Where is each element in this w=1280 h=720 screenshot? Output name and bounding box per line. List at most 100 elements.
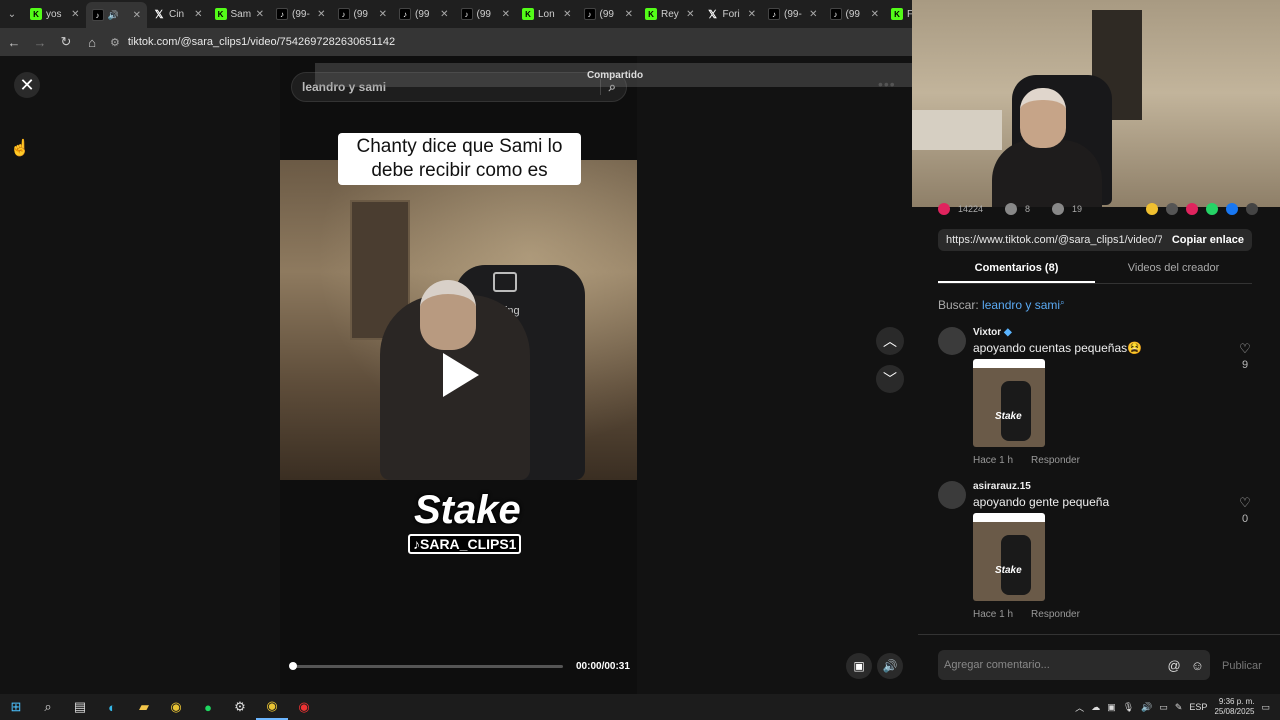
embed-icon[interactable] [1166,203,1178,215]
facebook-icon[interactable] [1226,203,1238,215]
floating-player-icon[interactable]: ▣ [846,653,872,679]
tab-close-icon[interactable]: ✕ [748,9,756,20]
settings-icon[interactable]: ⚙ [224,694,256,720]
clock[interactable]: 9:36 p. m. 25/08/2025 [1214,697,1254,717]
tab-close-icon[interactable]: ✕ [563,9,571,20]
tab-close-icon[interactable]: ✕ [809,9,817,20]
home-icon[interactable]: ⌂ [84,34,100,50]
notifications-icon[interactable]: ▭ [1261,702,1270,713]
browser-tab[interactable]: Kyos ✕ [24,3,86,25]
add-comment-field[interactable]: Agregar comentario... @ ☺ [938,650,1210,680]
browser-tab[interactable]: ♪ (99- ✕ [762,3,824,25]
play-icon[interactable] [443,353,479,397]
file-explorer-icon[interactable]: ▰ [128,694,160,720]
tab-creator-videos[interactable]: Videos del creador [1095,262,1252,283]
search-link-icon[interactable]: ⌕ [1060,298,1064,307]
comment-username-text: Vixtor [973,327,1002,338]
browser-tab[interactable]: ♪ (99 ✕ [332,3,394,25]
browser-tab[interactable]: ♪ (99- ✕ [270,3,332,25]
browser-tab[interactable]: K Lon ✕ [516,3,578,25]
network-icon[interactable]: ▭ [1159,702,1168,713]
search-icon[interactable]: ⌕ [32,694,64,720]
tab-close-icon[interactable]: ✕ [871,9,879,20]
like-count-icon[interactable] [938,203,950,215]
browser-tab[interactable]: K Sam ✕ [209,3,271,25]
next-video-icon[interactable]: ﹀ [876,365,904,393]
language-indicator[interactable]: ESP [1189,702,1207,712]
reload-icon[interactable]: ↻ [58,34,74,50]
comment-username[interactable]: asirarauz.15 [973,481,1031,492]
spotify-icon[interactable]: ● [192,694,224,720]
tab-close-icon[interactable]: ✕ [317,9,325,20]
heart-icon[interactable]: ♡ [1238,341,1252,357]
browser-tab-label: (99- [292,8,310,20]
avatar[interactable] [938,327,966,355]
tray-chevron-icon[interactable]: ︿ [1075,701,1084,714]
comment-username[interactable]: Vixtor ◆ [973,327,1012,338]
audio-playing-icon[interactable]: 🔊 [108,10,129,21]
favorite-count-icon[interactable] [1052,203,1065,215]
chrome-active-icon[interactable]: ◉ [256,694,288,720]
forward-icon[interactable]: → [32,34,48,50]
browser-tab[interactable]: ♪ (99 ✕ [455,3,517,25]
close-icon[interactable]: ✕ [14,72,40,98]
share-emoji-icon[interactable] [1126,203,1138,215]
url-field[interactable]: ⚙ tiktok.com/@sara_clips1/video/75426972… [110,36,395,49]
browser-tab[interactable]: 𝕏 Fori ✕ [701,3,763,25]
browser-tab[interactable]: K Rey ✕ [639,3,701,25]
avatar[interactable] [938,481,966,509]
task-view-icon[interactable]: ▤ [64,694,96,720]
cloud-icon[interactable]: ☁ [1091,702,1100,713]
comment-text: apoyando cuentas pequeñas😫 [973,341,1143,355]
browser-tab[interactable]: ♪ (99 ✕ [824,3,886,25]
browser-tab[interactable]: ♪ (99 ✕ [393,3,455,25]
comment-video-thumbnail[interactable]: Stake [973,359,1045,447]
reply-button[interactable]: Responder [1031,609,1080,620]
share-emoji-alt-icon[interactable] [1146,203,1158,215]
copy-link-button[interactable]: Copiar enlace [1162,234,1244,246]
video-progress-handle[interactable] [289,662,297,670]
volume-icon[interactable]: 🔊 [877,653,903,679]
browser-tab[interactable]: ♪ 🔊 ✕ [85,2,147,28]
speaker-icon[interactable]: 🔊 [1141,702,1152,713]
tab-close-icon[interactable]: ✕ [194,9,202,20]
comment-video-thumbnail[interactable]: Stake [973,513,1045,601]
site-info-icon[interactable]: ⚙ [110,36,120,49]
edge-icon[interactable]: ◐ [96,694,128,720]
device-icon[interactable]: ▣ [1107,702,1116,713]
reply-button[interactable]: Responder [1031,455,1080,466]
video-progress-bar[interactable] [289,662,563,670]
back-icon[interactable]: ← [6,34,22,50]
tab-close-icon[interactable]: ✕ [686,9,694,20]
tab-close-icon[interactable]: ✕ [440,9,448,20]
share-link-text[interactable]: https://www.tiktok.com/@sara_clips1/vide… [946,234,1162,246]
share-friends-icon[interactable] [1186,203,1198,215]
previous-video-icon[interactable]: ︿ [876,327,904,355]
heart-icon[interactable]: ♡ [1238,495,1252,511]
tab-close-icon[interactable]: ✕ [256,9,264,20]
more-options-icon[interactable]: ••• [878,76,896,92]
emoji-icon[interactable]: ☺ [1191,658,1204,673]
tab-close-icon[interactable]: ✕ [379,9,387,20]
mic-icon[interactable]: 🎙 [1123,702,1134,713]
video-frame[interactable]: stgaming [280,160,637,480]
mention-icon[interactable]: @ [1168,658,1181,673]
search-query-link[interactable]: leandro y sami [982,298,1060,312]
tab-close-icon[interactable]: ✕ [625,9,633,20]
whatsapp-icon[interactable] [1206,203,1218,215]
tab-close-icon[interactable]: ✕ [71,9,79,20]
browser-tab[interactable]: ♪ (99 ✕ [578,3,640,25]
browser-tab[interactable]: 𝕏 Cin ✕ [147,3,209,25]
chrome-icon[interactable]: ◉ [160,694,192,720]
pen-icon[interactable]: ✎ [1175,702,1183,713]
tab-comments[interactable]: Comentarios (8) [938,262,1095,283]
tab-search-chevron-icon[interactable]: ⌄ [0,0,24,28]
app-red-icon[interactable]: ◉ [288,694,320,720]
share-arrow-icon[interactable] [1246,203,1258,215]
publish-button[interactable]: Publicar [1222,660,1262,672]
tab-close-icon[interactable]: ✕ [502,9,510,20]
windows-start-icon[interactable]: ⊞ [0,694,32,720]
tab-close-icon[interactable]: ✕ [133,10,141,21]
comment-count-icon[interactable] [1005,203,1018,215]
clock-time: 9:36 p. m. [1218,697,1255,706]
